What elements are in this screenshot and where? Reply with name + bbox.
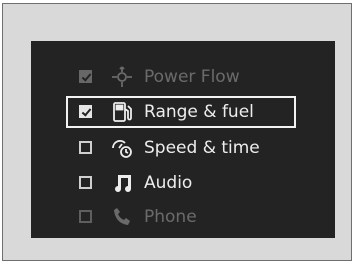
menu-item-label: Speed & time	[144, 138, 260, 158]
menu-item-label: Power Flow	[144, 67, 240, 87]
checkbox-audio[interactable]	[79, 176, 92, 189]
checkbox-range-fuel[interactable]	[79, 105, 92, 118]
menu-item-label: Phone	[144, 207, 197, 227]
menu-item-label: Range & fuel	[144, 102, 254, 122]
menu-item-power-flow[interactable]: Power Flow	[66, 61, 296, 93]
figure-frame: Power Flow Range & fuel Speed & time Aud…	[2, 3, 352, 261]
speed-clock-icon	[110, 136, 134, 160]
menu-item-label: Audio	[144, 173, 193, 193]
music-note-icon	[110, 171, 134, 195]
phone-icon	[110, 205, 134, 229]
power-flow-icon	[110, 65, 134, 89]
menu-item-audio[interactable]: Audio	[66, 167, 296, 199]
menu-item-speed-time[interactable]: Speed & time	[66, 132, 296, 164]
display-screen: Power Flow Range & fuel Speed & time Aud…	[31, 41, 335, 238]
fuel-pump-icon	[110, 100, 134, 124]
menu-item-phone[interactable]: Phone	[66, 201, 296, 233]
checkbox-speed-time[interactable]	[79, 141, 92, 154]
checkbox-power-flow[interactable]	[79, 70, 92, 83]
menu-item-range-fuel[interactable]: Range & fuel	[66, 96, 296, 128]
checkbox-phone[interactable]	[79, 210, 92, 223]
